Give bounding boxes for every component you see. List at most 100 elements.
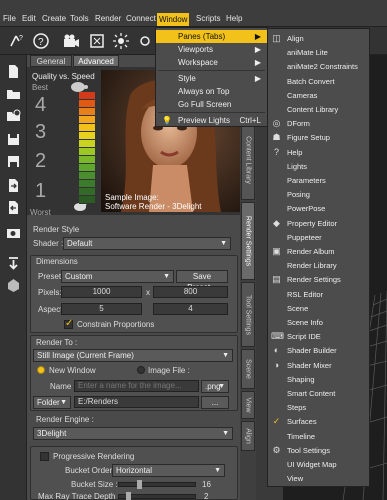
panes-menu-item[interactable]: ◆ Property Editor	[268, 217, 369, 230]
panes-menu-item[interactable]: PowerPose	[268, 202, 369, 215]
panes-menu-item[interactable]: Puppeteer	[268, 231, 369, 244]
bucket-order-combo[interactable]: Horizontal ▼	[112, 464, 225, 477]
constrain-checkbox[interactable]	[64, 318, 73, 329]
import-icon[interactable]	[5, 177, 22, 194]
panes-menu-item[interactable]: aniMate Lite	[268, 46, 369, 59]
quality-number-3[interactable]: 3	[35, 121, 46, 144]
extension-combo[interactable]: .png ▼	[201, 380, 229, 393]
panes-menu-item[interactable]: Cameras	[268, 89, 369, 102]
panes-menu-item[interactable]: View	[268, 472, 369, 485]
panes-menu-item[interactable]: ✓ Surfaces	[268, 415, 369, 428]
panes-menu-item[interactable]: ? Help	[268, 146, 369, 159]
render-mode-combo[interactable]: Still Image (Current Frame) ▼	[33, 349, 233, 362]
render-settings-icon[interactable]	[5, 225, 22, 242]
quality-number-2[interactable]: 2	[35, 150, 46, 173]
max-ray-slider[interactable]	[118, 492, 196, 500]
export-icon[interactable]	[5, 199, 22, 216]
tab-advanced[interactable]: Advanced	[73, 55, 119, 67]
vtab-view[interactable]: View	[241, 391, 255, 419]
shader-combo[interactable]: Default ▼	[63, 237, 231, 250]
max-ray-knob[interactable]	[126, 492, 131, 500]
down-arrow-icon[interactable]	[5, 255, 22, 272]
menu-tools[interactable]: Tools	[70, 14, 89, 23]
panes-menu-item[interactable]: ◑ Shader Mixer	[268, 359, 369, 372]
vtab-tool-settings[interactable]: Tool Settings	[241, 282, 255, 347]
menu-scripts[interactable]: Scripts	[196, 14, 220, 23]
panes-menu-item[interactable]: Smart Content	[268, 387, 369, 400]
quality-number-4[interactable]: 4	[35, 94, 46, 117]
aspect-height-field[interactable]: 4	[153, 303, 228, 315]
bucket-size-slider[interactable]	[118, 480, 196, 489]
panes-menu-item[interactable]: Content Library	[268, 103, 369, 116]
menu-render[interactable]: Render	[95, 14, 121, 23]
folder-path-field[interactable]: E:/Renders	[74, 396, 199, 408]
vtab-align[interactable]: Align	[241, 421, 255, 451]
window-menu-item[interactable]: Viewports ▶	[156, 43, 267, 56]
save-icon[interactable]	[5, 131, 22, 148]
preset-combo[interactable]: Custom ▼	[61, 270, 174, 283]
render-icon[interactable]	[88, 32, 106, 50]
menu-create[interactable]: Create	[42, 14, 66, 23]
panes-menu-item[interactable]: aniMate2 Constraints	[268, 60, 369, 73]
aspect-width-field[interactable]: 5	[61, 303, 142, 315]
new-file-icon[interactable]	[5, 63, 22, 80]
panes-menu-item[interactable]: Steps	[268, 401, 369, 414]
window-menu-item[interactable]: Always on Top	[156, 85, 267, 98]
new-window-radio[interactable]	[37, 366, 45, 374]
bucket-size-knob[interactable]	[137, 480, 142, 489]
menu-file[interactable]: File	[3, 14, 16, 23]
panes-menu-item[interactable]: ◐ Shader Builder	[268, 344, 369, 357]
render-engine-combo[interactable]: 3Delight ▼	[33, 427, 233, 440]
open-recent-icon[interactable]	[5, 107, 22, 124]
pixels-width-field[interactable]: 1000	[61, 286, 142, 298]
help-icon[interactable]: ?	[32, 32, 50, 50]
tab-general[interactable]: General	[30, 55, 72, 67]
pixels-height-field[interactable]: 800	[153, 286, 228, 298]
panes-menu-item[interactable]: Scene Info	[268, 316, 369, 329]
panes-menu-item[interactable]: Posing	[268, 188, 369, 201]
window-menu-item[interactable]: Go Full Screen	[156, 98, 267, 111]
window-menu-item[interactable]: Style ▶	[156, 72, 267, 85]
panes-menu-item[interactable]: Lights	[268, 160, 369, 173]
spotlight-icon[interactable]	[112, 32, 130, 50]
folder-combo[interactable]: Folder ▼	[33, 396, 71, 409]
panes-menu-item[interactable]: ☗ Figure Setup	[268, 131, 369, 144]
quality-number-1[interactable]: 1	[35, 180, 46, 203]
panes-menu-item[interactable]: Timeline	[268, 430, 369, 443]
panes-menu-item[interactable]: ▤ Render Settings	[268, 273, 369, 286]
image-name-field[interactable]: Enter a name for the image...	[74, 380, 199, 392]
panes-menu-item[interactable]: ◫ Align	[268, 32, 369, 45]
image-file-radio[interactable]	[137, 366, 145, 374]
camera-icon[interactable]	[62, 32, 80, 50]
save-as-icon[interactable]	[5, 153, 22, 170]
window-menu-item[interactable]: Workspace ▶	[156, 56, 267, 69]
menu-window[interactable]: Window	[157, 13, 190, 26]
panes-menu-item[interactable]: RSL Editor	[268, 288, 369, 301]
panes-menu-item[interactable]: ◎ DForm	[268, 117, 369, 130]
vtab-render-settings[interactable]: Render Settings	[241, 202, 255, 280]
browse-button[interactable]: ...	[201, 396, 229, 409]
vtab-content-library[interactable]: Content Library	[241, 120, 255, 200]
menu-help[interactable]: Help	[226, 14, 242, 23]
menu-edit[interactable]: Edit	[22, 14, 36, 23]
panes-menu-item[interactable]: Parameters	[268, 174, 369, 187]
progressive-checkbox[interactable]	[40, 452, 49, 461]
panes-menu-item[interactable]: ⚙ Tool Settings	[268, 444, 369, 457]
panes-menu-item[interactable]: ▣ Render Album	[268, 245, 369, 258]
panes-menu-item[interactable]: Shaping	[268, 373, 369, 386]
save-preset-button[interactable]: Save Preset...	[176, 270, 228, 292]
window-menu-item[interactable]: Preview Lights Ctrl+L 💡	[156, 114, 267, 127]
vtab-scene[interactable]: Scene	[241, 349, 255, 389]
panes-menu-item[interactable]: Scene	[268, 302, 369, 315]
window-menu-item[interactable]: Panes (Tabs) ▶	[156, 30, 267, 43]
pose-tool-icon[interactable]: ?	[8, 32, 26, 50]
sun-icon[interactable]	[136, 32, 154, 50]
panes-menu-item[interactable]: Batch Convert	[268, 75, 369, 88]
open-folder-icon[interactable]	[5, 85, 22, 102]
menu-connect[interactable]: Connect	[126, 14, 156, 23]
quality-meter[interactable]	[79, 92, 95, 208]
panes-menu-item[interactable]: Render Library	[268, 259, 369, 272]
panes-menu-item[interactable]: UI Widget Map	[268, 458, 369, 471]
panes-menu-item[interactable]: ⌨ Script IDE	[268, 330, 369, 343]
figure-icon[interactable]	[5, 277, 22, 294]
